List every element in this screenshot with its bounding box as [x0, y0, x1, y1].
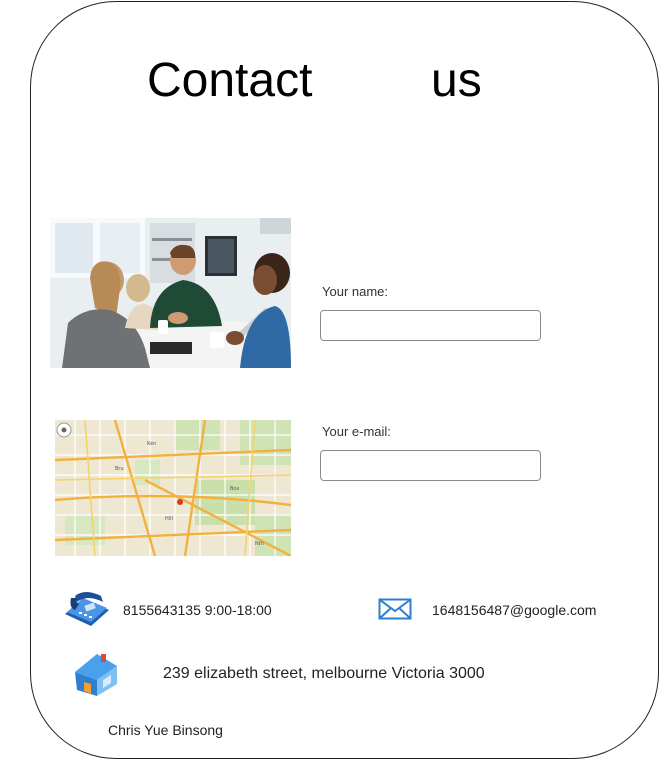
name-label: Your name:: [322, 284, 389, 299]
telephone-icon: [61, 588, 111, 628]
svg-text:Box: Box: [230, 486, 239, 492]
svg-text:Ken: Ken: [147, 441, 156, 447]
svg-text:Hill: Hill: [165, 516, 173, 522]
street-address-text: 239 elizabeth street, melbourne Victoria…: [163, 665, 485, 682]
svg-text:Bru: Bru: [115, 466, 124, 472]
email-input[interactable]: [320, 450, 541, 481]
svg-text:Nth: Nth: [255, 541, 264, 547]
house-icon: [71, 650, 119, 698]
author-credit: Chris Yue Binsong: [108, 722, 223, 738]
location-map[interactable]: Ken Bru Box Hill Nth: [55, 420, 291, 556]
page-card: [30, 1, 659, 759]
phone-hours-text: 8155643135 9:00-18:00: [123, 602, 272, 618]
email-address-text[interactable]: 1648156487@google.com: [432, 602, 596, 618]
email-label: Your e-mail:: [322, 424, 391, 439]
office-team-photo: [50, 218, 291, 368]
envelope-icon[interactable]: [378, 598, 412, 620]
name-input[interactable]: [320, 310, 541, 341]
page-title-us: us: [431, 54, 482, 107]
page-title-contact: Contact: [147, 54, 313, 107]
